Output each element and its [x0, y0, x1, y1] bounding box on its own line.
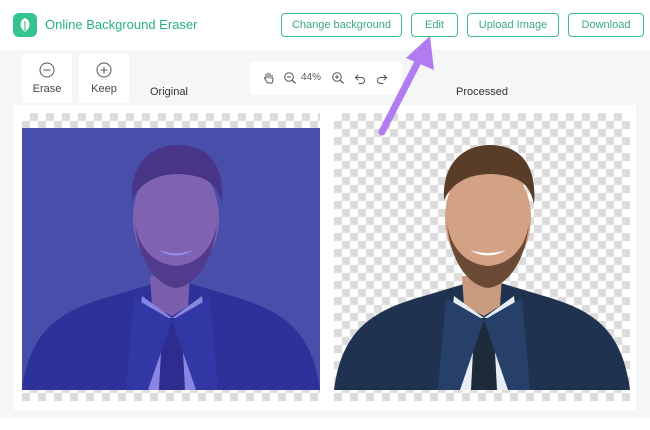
bottom-scrollbar[interactable]: [0, 418, 650, 430]
keep-label: Keep: [91, 83, 117, 95]
processed-photo: [334, 128, 630, 390]
upload-image-button[interactable]: Upload Image: [467, 13, 559, 37]
undo-icon[interactable]: [352, 70, 368, 86]
zoom-in-icon[interactable]: [330, 70, 346, 86]
app-title: Online Background Eraser: [45, 17, 198, 32]
download-button[interactable]: Download: [568, 13, 644, 37]
leaf-icon: [13, 13, 37, 37]
top-bar: Online Background Eraser Change backgrou…: [0, 0, 650, 50]
original-panel-label: Original: [150, 86, 188, 98]
original-photo: [22, 128, 320, 390]
keep-tool-button[interactable]: Keep: [79, 54, 129, 103]
minus-circle-icon: [39, 62, 55, 78]
zoom-out-icon[interactable]: [282, 70, 298, 86]
erase-label: Erase: [32, 83, 62, 95]
hand-icon[interactable]: [261, 70, 277, 86]
erase-tool-button[interactable]: Erase: [22, 54, 72, 103]
annotation-arrow-icon: [378, 36, 434, 136]
zoom-level: 44%: [301, 72, 322, 83]
plus-circle-icon: [96, 62, 112, 78]
processed-panel-label: Processed: [456, 86, 508, 98]
